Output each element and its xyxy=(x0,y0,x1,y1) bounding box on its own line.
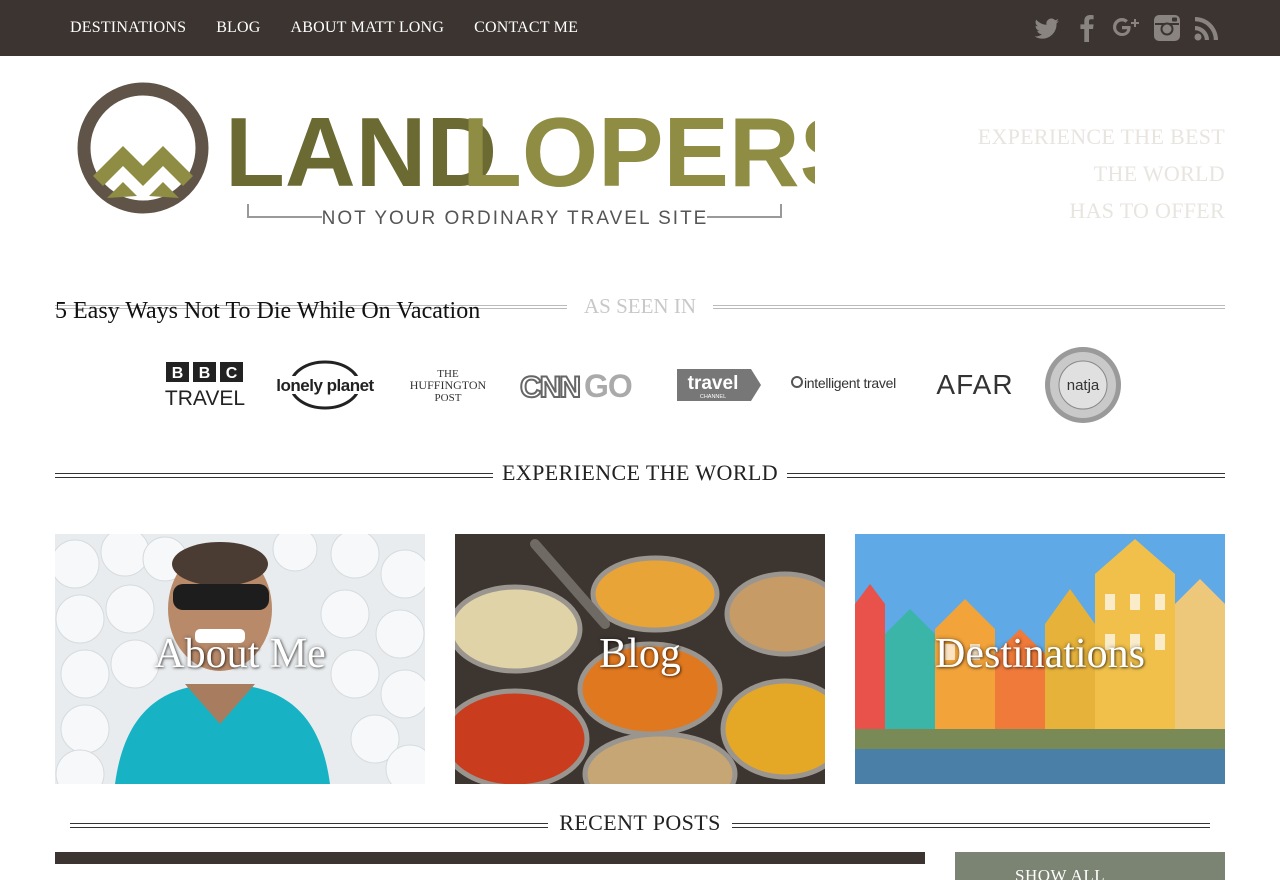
svg-text:POST: POST xyxy=(434,392,461,404)
svg-text:B: B xyxy=(172,365,184,382)
logo-word-land: LAND xyxy=(225,97,497,207)
featured-post-link[interactable]: 5 Easy Ways Not To Die While On Vacation xyxy=(55,298,480,325)
card-label: Destinations xyxy=(935,631,1145,677)
nav-blog[interactable]: BLOG xyxy=(201,19,275,37)
recent-post-bar xyxy=(55,852,925,864)
svg-text:AFAR: AFAR xyxy=(936,369,1013,400)
facebook-icon[interactable] xyxy=(1072,13,1102,43)
lonely-planet-logo[interactable]: lonely planet xyxy=(270,345,380,425)
logo-mark-icon xyxy=(77,82,209,214)
huffington-post-logo[interactable]: THE HUFFINGTON POST xyxy=(400,345,495,425)
svg-text:lonely planet: lonely planet xyxy=(276,376,374,395)
blog-card[interactable]: Blog xyxy=(455,534,825,784)
intelligent-travel-logo[interactable]: intelligent travel xyxy=(785,345,915,425)
svg-text:HUFFINGTON: HUFFINGTON xyxy=(409,378,486,392)
show-all-button[interactable]: SHOW ALL xyxy=(955,852,1225,880)
site-logo[interactable]: LAND LOPERS NOT YOUR ORDINARY TRAVEL SIT… xyxy=(75,80,815,230)
logo-subtitle: NOT YOUR ORDINARY TRAVEL SITE xyxy=(322,208,709,229)
experience-the-world-header: EXPERIENCE THE WORLD xyxy=(55,458,1225,492)
svg-text:CNN: CNN xyxy=(520,371,579,404)
press-logos: B B C TRAVEL lonely planet THE HUFFINGTO… xyxy=(160,345,1130,425)
section-title: EXPERIENCE THE WORLD xyxy=(501,460,779,485)
natja-award-logo[interactable]: natja xyxy=(1038,345,1128,425)
card-label: Blog xyxy=(599,631,681,677)
rss-icon[interactable] xyxy=(1192,13,1222,43)
card-label: About Me xyxy=(154,631,326,677)
bbc-travel-logo[interactable]: B B C TRAVEL xyxy=(160,345,250,425)
travel-channel-logo[interactable]: travel CHANNEL xyxy=(670,345,765,425)
about-me-card[interactable]: About Me xyxy=(55,534,425,784)
svg-text:TRAVEL: TRAVEL xyxy=(165,387,245,410)
svg-text:intelligent travel: intelligent travel xyxy=(804,375,896,391)
nav-destinations[interactable]: DESTINATIONS xyxy=(55,19,201,37)
tagline-line-3: HAS TO OFFER xyxy=(1069,198,1225,223)
nav-contact-me[interactable]: CONTACT ME xyxy=(459,19,593,37)
section-title: RECENT POSTS xyxy=(559,810,721,835)
google-plus-icon[interactable] xyxy=(1112,13,1142,43)
svg-text:C: C xyxy=(226,365,238,382)
afar-logo[interactable]: AFAR xyxy=(930,345,1020,425)
svg-text:CHANNEL: CHANNEL xyxy=(699,394,725,400)
svg-text:travel: travel xyxy=(687,373,738,394)
cnn-go-logo[interactable]: CNN GO xyxy=(515,345,640,425)
destinations-card[interactable]: Destinations xyxy=(855,534,1225,784)
svg-text:B: B xyxy=(199,365,211,382)
main-nav: DESTINATIONS BLOG ABOUT MATT LONG CONTAC… xyxy=(55,0,593,56)
recent-posts-header: RECENT POSTS xyxy=(70,808,1210,842)
logo-word-lopers: LOPERS xyxy=(462,97,815,207)
tagline-line-1: EXPERIENCE THE BEST xyxy=(977,124,1225,149)
tagline: EXPERIENCE THE BEST THE WORLD HAS TO OFF… xyxy=(925,118,1225,229)
twitter-icon[interactable] xyxy=(1032,13,1062,43)
instagram-icon[interactable] xyxy=(1152,13,1182,43)
nav-about-matt-long[interactable]: ABOUT MATT LONG xyxy=(276,19,460,37)
svg-text:GO: GO xyxy=(584,368,632,404)
tagline-line-2: THE WORLD xyxy=(1093,161,1225,186)
svg-text:natja: natja xyxy=(1067,377,1100,394)
social-links xyxy=(1032,10,1222,46)
top-nav-bar: DESTINATIONS BLOG ABOUT MATT LONG CONTAC… xyxy=(0,0,1280,56)
